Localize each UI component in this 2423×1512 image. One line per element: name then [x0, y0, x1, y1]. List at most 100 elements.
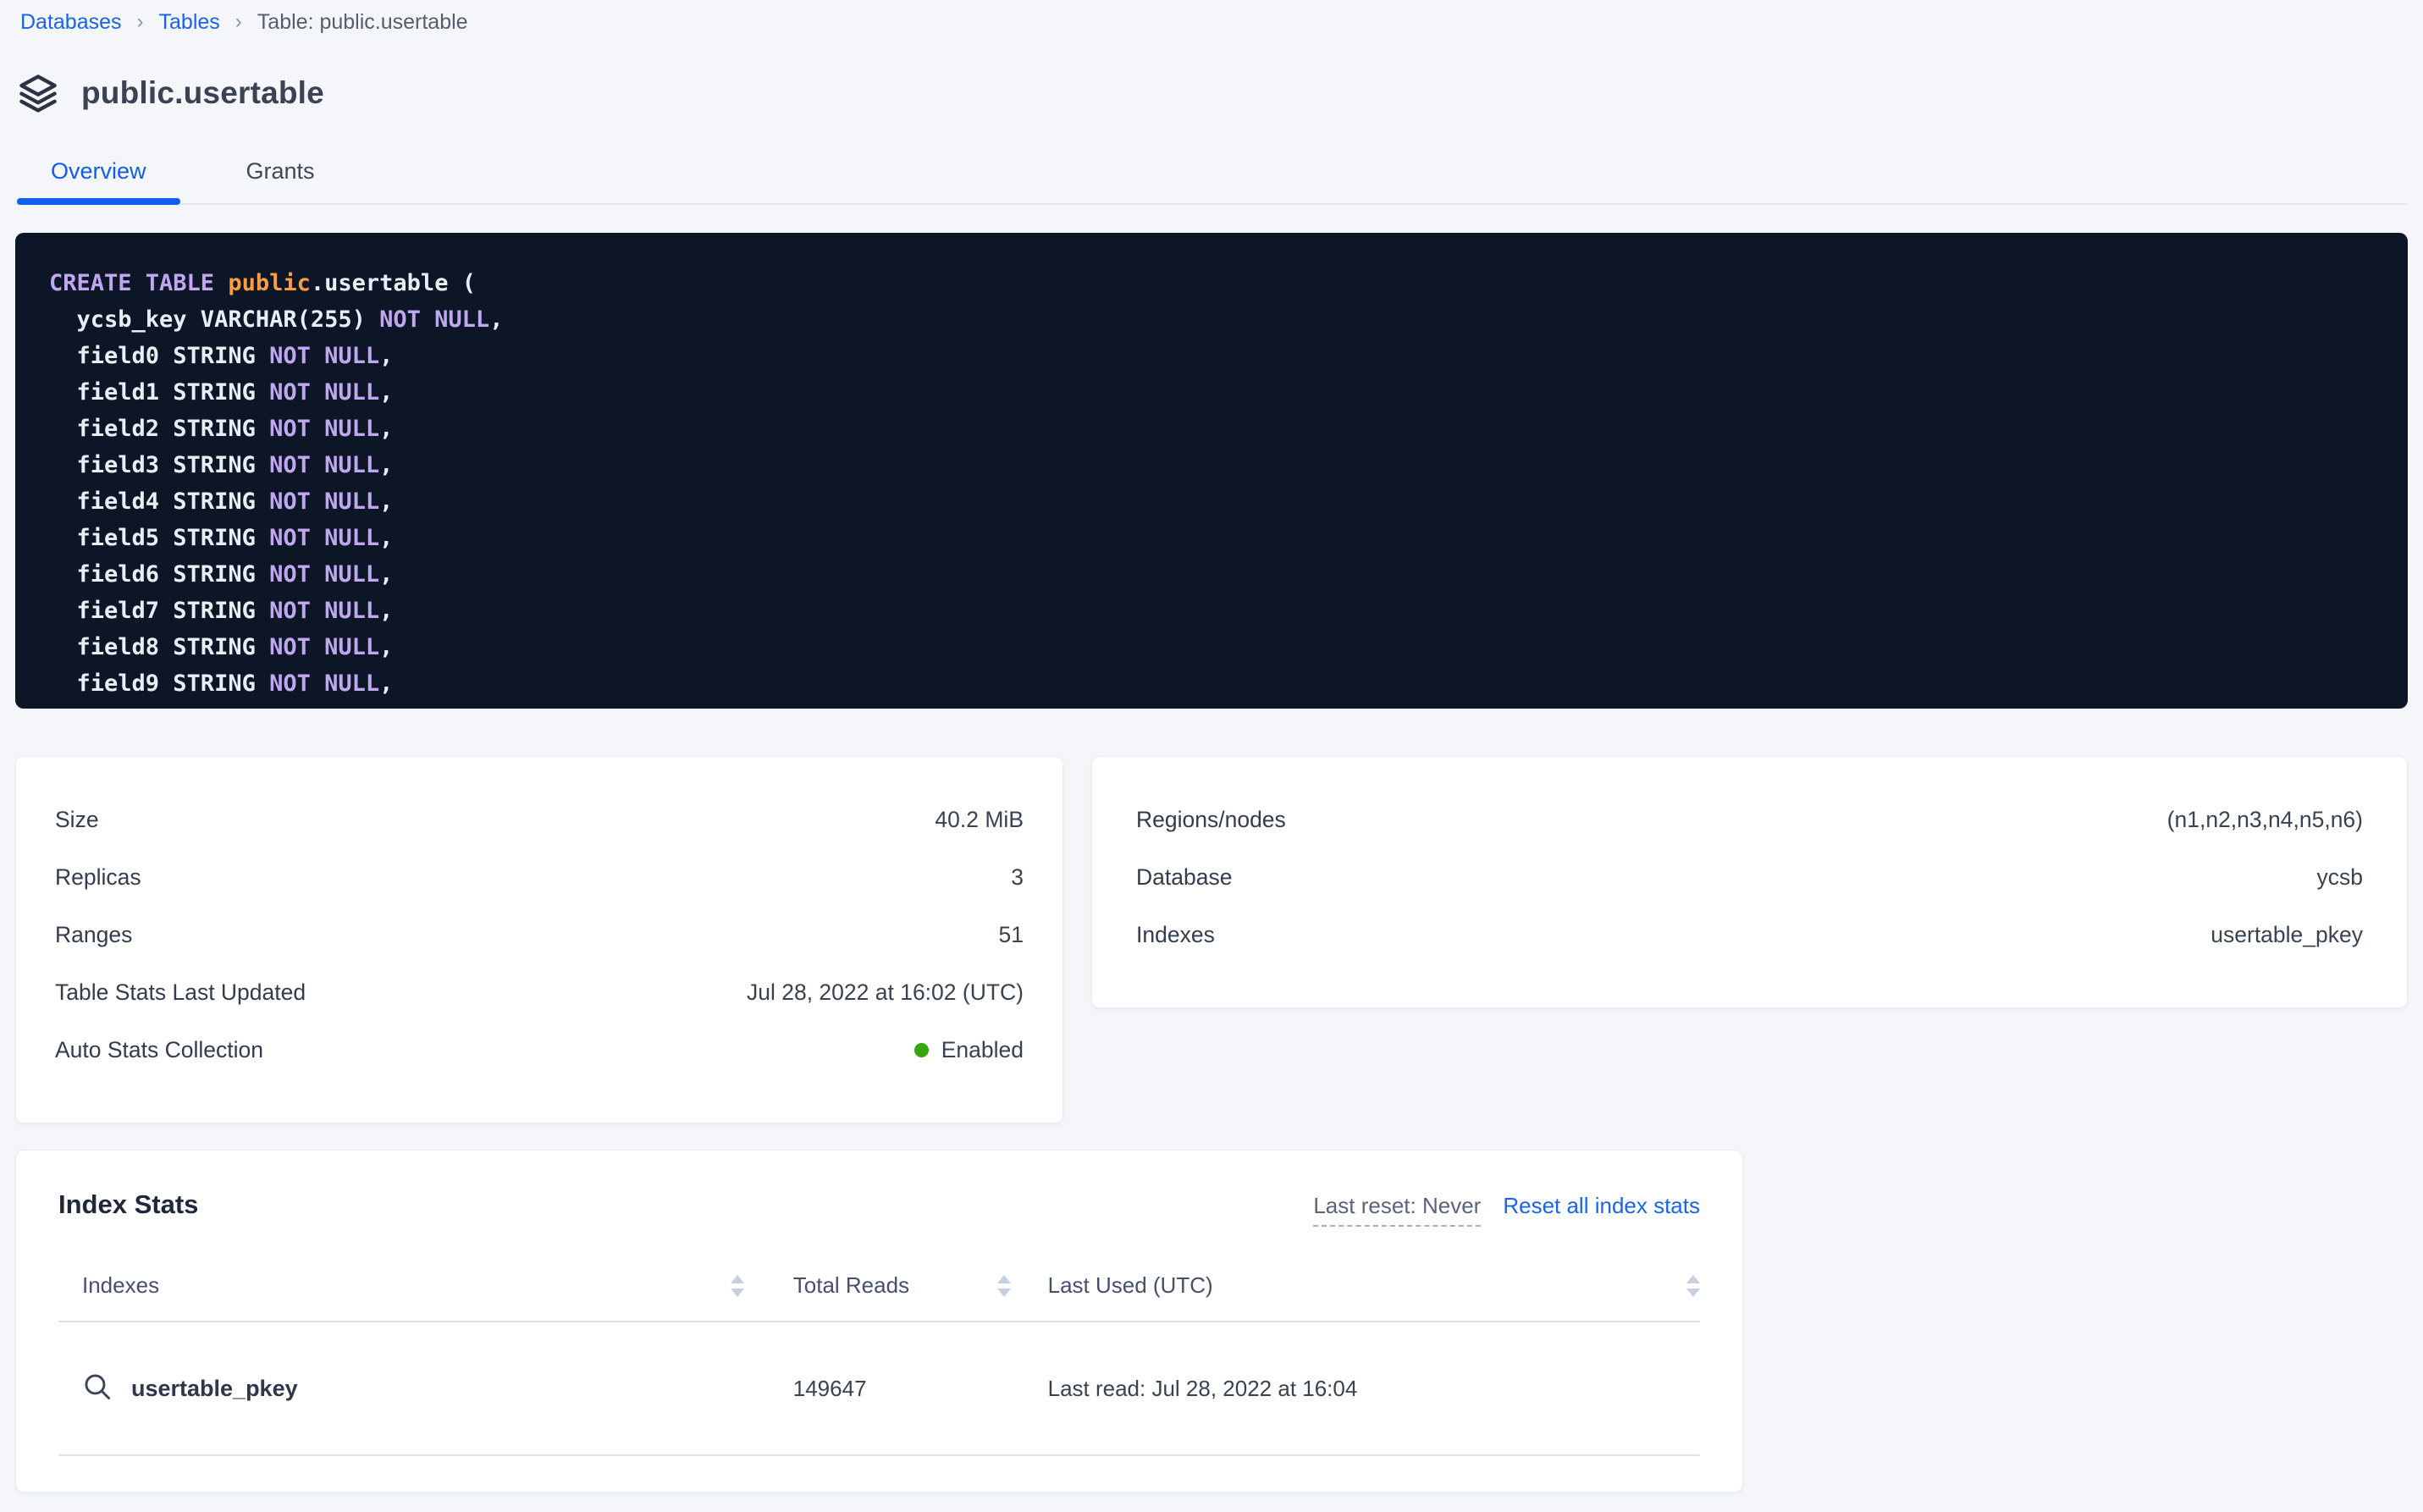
- column-header-indexes[interactable]: Indexes: [58, 1272, 764, 1299]
- search-icon: [82, 1371, 113, 1406]
- stat-value: Jul 28, 2022 at 16:02 (UTC): [747, 979, 1024, 1006]
- sql-token: ,: [379, 379, 393, 406]
- sql-token: CREATE TABLE: [49, 270, 214, 296]
- index-name: usertable_pkey: [131, 1376, 298, 1402]
- sort-arrows-icon[interactable]: [731, 1275, 744, 1297]
- breadcrumb-current: Table: public.usertable: [257, 10, 468, 35]
- sql-token: NOT NULL: [269, 598, 379, 624]
- stat-row: Indexesusertable_pkey: [1136, 906, 2363, 963]
- sql-token: ,: [489, 306, 503, 333]
- index-stats-table-body: usertable_pkey149647Last read: Jul 28, 2…: [58, 1322, 1700, 1456]
- stat-value: usertable_pkey: [2211, 922, 2363, 948]
- sql-token: field1 STRING: [49, 379, 269, 406]
- sql-token: field0 STRING: [49, 343, 269, 369]
- sql-line: field5 STRING NOT NULL,: [49, 520, 2374, 556]
- stat-value: 3: [1011, 864, 1024, 891]
- sql-token: ,: [379, 416, 393, 442]
- summary-cards: Size 40.2 MiB Replicas3 Ranges 51 Table Stats…: [15, 756, 2408, 1123]
- stat-value-text: 51: [999, 922, 1024, 948]
- table-details-card: Regions/nodes (n1,n2,n3,n4,n5,n6) Database…: [1091, 756, 2408, 1008]
- sql-token: ,: [379, 488, 393, 515]
- sql-token: field2 STRING: [49, 416, 269, 442]
- last-reset-label[interactable]: Last reset: Never: [1313, 1193, 1481, 1227]
- sql-token: field9 STRING: [49, 670, 269, 697]
- sort-up-icon: [1686, 1275, 1700, 1283]
- stat-value: 40.2 MiB: [935, 807, 1024, 833]
- sql-token: [214, 270, 228, 296]
- sort-down-icon: [997, 1289, 1011, 1297]
- stat-value: Enabled: [914, 1037, 1024, 1063]
- stat-label: Size: [55, 807, 99, 833]
- breadcrumb: Databases › Tables › Table: public.usertable: [15, 0, 2408, 35]
- sql-line: field1 STRING NOT NULL,: [49, 374, 2374, 411]
- chevron-right-icon: ›: [235, 10, 242, 34]
- sql-token: .usertable (: [311, 270, 476, 296]
- stat-value-text: ycsb: [2317, 864, 2364, 891]
- chevron-right-icon: ›: [137, 10, 144, 34]
- stat-label: Database: [1136, 864, 1232, 891]
- sql-line: field2 STRING NOT NULL,: [49, 411, 2374, 447]
- sql-line: field6 STRING NOT NULL,: [49, 556, 2374, 593]
- tab-grants[interactable]: Grants: [212, 158, 349, 203]
- index-cell: usertable_pkey: [58, 1371, 764, 1406]
- stat-value-text: Jul 28, 2022 at 16:02 (UTC): [747, 979, 1024, 1006]
- sql-token: field7 STRING: [49, 598, 269, 624]
- sql-token: field4 STRING: [49, 488, 269, 515]
- stat-row: Size 40.2 MiB: [55, 791, 1024, 848]
- sort-up-icon: [997, 1275, 1011, 1283]
- sql-token: field3 STRING: [49, 452, 269, 478]
- sql-line: field9 STRING NOT NULL,: [49, 665, 2374, 702]
- breadcrumb-link-databases[interactable]: Databases: [20, 10, 122, 35]
- sql-token: NOT NULL: [269, 343, 379, 369]
- sql-token: NOT NULL: [269, 488, 379, 515]
- index-stats-table-header: Indexes Total Reads Last Used (UTC): [58, 1272, 1700, 1322]
- stat-row: Replicas3: [55, 848, 1024, 906]
- stat-label: Regions/nodes: [1136, 807, 1286, 833]
- sql-line: field3 STRING NOT NULL,: [49, 447, 2374, 483]
- page-title: public.usertable: [81, 75, 324, 111]
- status-dot-icon: [914, 1043, 929, 1057]
- sql-token: NOT NULL: [269, 379, 379, 406]
- sql-token: ,: [379, 670, 393, 697]
- index-stats-table: Indexes Total Reads Last Used (UTC) userta…: [58, 1272, 1700, 1456]
- sort-arrows-icon[interactable]: [1686, 1275, 1700, 1297]
- sort-up-icon: [731, 1275, 744, 1283]
- stat-value-text: (n1,n2,n3,n4,n5,n6): [2167, 807, 2363, 833]
- sql-token: field5 STRING: [49, 525, 269, 551]
- stat-value-text: 3: [1011, 864, 1024, 891]
- sql-token: NOT NULL: [269, 452, 379, 478]
- index-stats-title: Index Stats: [58, 1189, 198, 1220]
- sql-line: CREATE TABLE public.usertable (: [49, 265, 2374, 301]
- stat-row: Regions/nodes (n1,n2,n3,n4,n5,n6): [1136, 791, 2363, 848]
- stat-row: Auto Stats Collection Enabled: [55, 1021, 1024, 1079]
- column-header-last-used-utc-[interactable]: Last Used (UTC): [1011, 1272, 1700, 1299]
- tab-overview[interactable]: Overview: [17, 158, 180, 203]
- stat-label: Ranges: [55, 922, 132, 948]
- stat-value: 51: [999, 922, 1024, 948]
- stat-row: Ranges 51: [55, 906, 1024, 963]
- reset-all-index-stats-link[interactable]: Reset all index stats: [1503, 1193, 1700, 1219]
- sql-token: NOT NULL: [379, 306, 489, 333]
- stat-value-text: Enabled: [941, 1037, 1024, 1063]
- stat-label: Auto Stats Collection: [55, 1037, 263, 1063]
- sort-down-icon: [731, 1289, 744, 1297]
- stat-value: ycsb: [2317, 864, 2364, 891]
- sql-token: NOT NULL: [269, 561, 379, 588]
- sql-token: NOT NULL: [269, 525, 379, 551]
- layers-icon: [17, 72, 59, 114]
- stat-value-text: 40.2 MiB: [935, 807, 1024, 833]
- column-header-total-reads[interactable]: Total Reads: [764, 1272, 1011, 1299]
- sql-line: field7 STRING NOT NULL,: [49, 593, 2374, 629]
- stat-value: (n1,n2,n3,n4,n5,n6): [2167, 807, 2363, 833]
- sort-arrows-icon[interactable]: [997, 1275, 1011, 1297]
- column-header-label: Total Reads: [793, 1272, 909, 1299]
- stat-label: Table Stats Last Updated: [55, 979, 306, 1006]
- page-header: public.usertable: [17, 72, 2408, 114]
- column-header-label: Last Used (UTC): [1048, 1272, 1213, 1299]
- sql-token: field8 STRING: [49, 634, 269, 660]
- sql-line: ycsb_key VARCHAR(255) NOT NULL,: [49, 301, 2374, 338]
- sql-token: ,: [379, 525, 393, 551]
- table-details-page: Databases › Tables › Table: public.usertable…: [0, 0, 2423, 1512]
- sql-token: NOT NULL: [269, 670, 379, 697]
- breadcrumb-link-tables[interactable]: Tables: [159, 10, 220, 35]
